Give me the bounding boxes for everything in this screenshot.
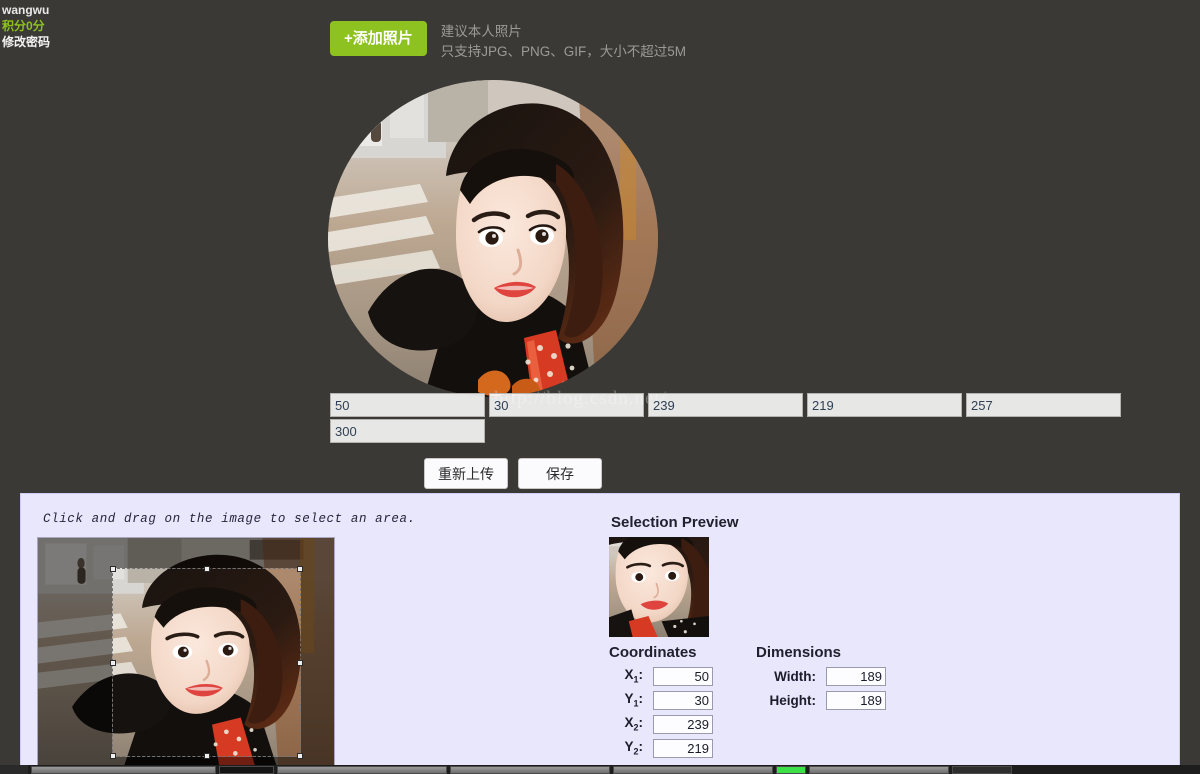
jcrop-y2-input[interactable] <box>653 738 713 758</box>
taskbar-item[interactable] <box>613 766 773 774</box>
jcrop-handle-s[interactable] <box>203 753 210 759</box>
crop-height-input[interactable] <box>330 419 485 443</box>
taskbar[interactable] <box>0 765 1200 774</box>
save-button[interactable]: 保存 <box>518 458 602 489</box>
field-y2: Y2: <box>609 738 713 758</box>
field-y1: Y1: <box>609 690 713 710</box>
crop-x1-input[interactable] <box>330 393 485 417</box>
field-y1-label: Y1: <box>624 691 643 709</box>
jcrop-handle-e[interactable] <box>297 659 303 666</box>
upload-hint: 建议本人照片 只支持JPG、PNG、GIF，大小不超过5M <box>441 21 686 62</box>
jcrop-handle-w[interactable] <box>110 659 116 666</box>
field-height-label: Height: <box>769 692 817 708</box>
dimensions-group-title: Dimensions <box>756 644 842 661</box>
taskbar-item[interactable] <box>450 766 610 774</box>
avatar-preview <box>328 80 658 397</box>
field-x1-label: X1: <box>624 667 643 685</box>
sidebar-item-change-password[interactable]: 修改密码 <box>2 34 190 50</box>
crop-coordinate-row-1 <box>330 393 1135 417</box>
sidebar-points: 积分0分 <box>2 19 45 33</box>
jcrop-instruction-text: Click and drag on the image to select an… <box>43 512 416 526</box>
jcrop-handle-nw[interactable] <box>110 566 116 572</box>
field-width: Width: <box>746 666 886 686</box>
selection-preview-image <box>609 537 709 637</box>
jcrop-panel: Click and drag on the image to select an… <box>20 493 1180 767</box>
sidebar: wangwu 积分0分 修改密码 <box>0 0 190 50</box>
jcrop-handle-se[interactable] <box>297 753 303 759</box>
field-x2: X2: <box>609 714 713 734</box>
field-x1: X1: <box>609 666 713 686</box>
reupload-button[interactable]: 重新上传 <box>424 458 508 489</box>
taskbar-item[interactable] <box>952 766 1012 774</box>
taskbar-item-active[interactable] <box>776 766 806 774</box>
sidebar-username: wangwu <box>2 3 50 17</box>
jcrop-selection[interactable] <box>110 566 303 759</box>
upload-hint-line-1: 建议本人照片 <box>440 24 522 39</box>
crop-coordinate-row-2 <box>330 419 1135 443</box>
selection-preview-title: Selection Preview <box>611 514 739 531</box>
jcrop-y1-input[interactable] <box>653 690 713 710</box>
page-root: wangwu 积分0分 修改密码 +添加照片 建议本人照片 只支持JPG、PNG… <box>0 0 1200 774</box>
field-x2-label: X2: <box>624 715 643 733</box>
field-width-label: Width: <box>774 668 816 684</box>
jcrop-x2-input[interactable] <box>653 714 713 734</box>
jcrop-stage[interactable] <box>37 537 335 767</box>
crop-x2-input[interactable] <box>648 393 803 417</box>
taskbar-start-button[interactable] <box>0 765 28 774</box>
selection-preview-thumbnail <box>609 537 709 637</box>
crop-y1-input[interactable] <box>489 393 644 417</box>
jcrop-x1-input[interactable] <box>653 666 713 686</box>
jcrop-handle-n[interactable] <box>203 566 210 572</box>
upload-hint-line-2: 只支持JPG、PNG、GIF，大小不超过5M <box>440 44 687 59</box>
coordinates-group-title: Coordinates <box>609 644 697 661</box>
field-height: Height: <box>746 690 886 710</box>
taskbar-item[interactable] <box>809 766 949 774</box>
jcrop-handle-ne[interactable] <box>297 566 303 572</box>
add-photo-button[interactable]: +添加照片 <box>330 21 427 56</box>
avatar-image <box>328 80 658 397</box>
upload-row: +添加照片 建议本人照片 只支持JPG、PNG、GIF，大小不超过5M <box>330 21 686 62</box>
taskbar-item[interactable] <box>219 766 274 774</box>
crop-coordinate-form <box>330 393 1135 445</box>
jcrop-width-input[interactable] <box>826 666 886 686</box>
field-y2-label: Y2: <box>624 739 643 757</box>
action-buttons: 重新上传 保存 <box>424 458 612 489</box>
taskbar-item[interactable] <box>277 766 447 774</box>
crop-y2-input[interactable] <box>807 393 962 417</box>
crop-width-input[interactable] <box>966 393 1121 417</box>
jcrop-handle-sw[interactable] <box>110 753 116 759</box>
jcrop-height-input[interactable] <box>826 690 886 710</box>
taskbar-item[interactable] <box>31 766 216 774</box>
